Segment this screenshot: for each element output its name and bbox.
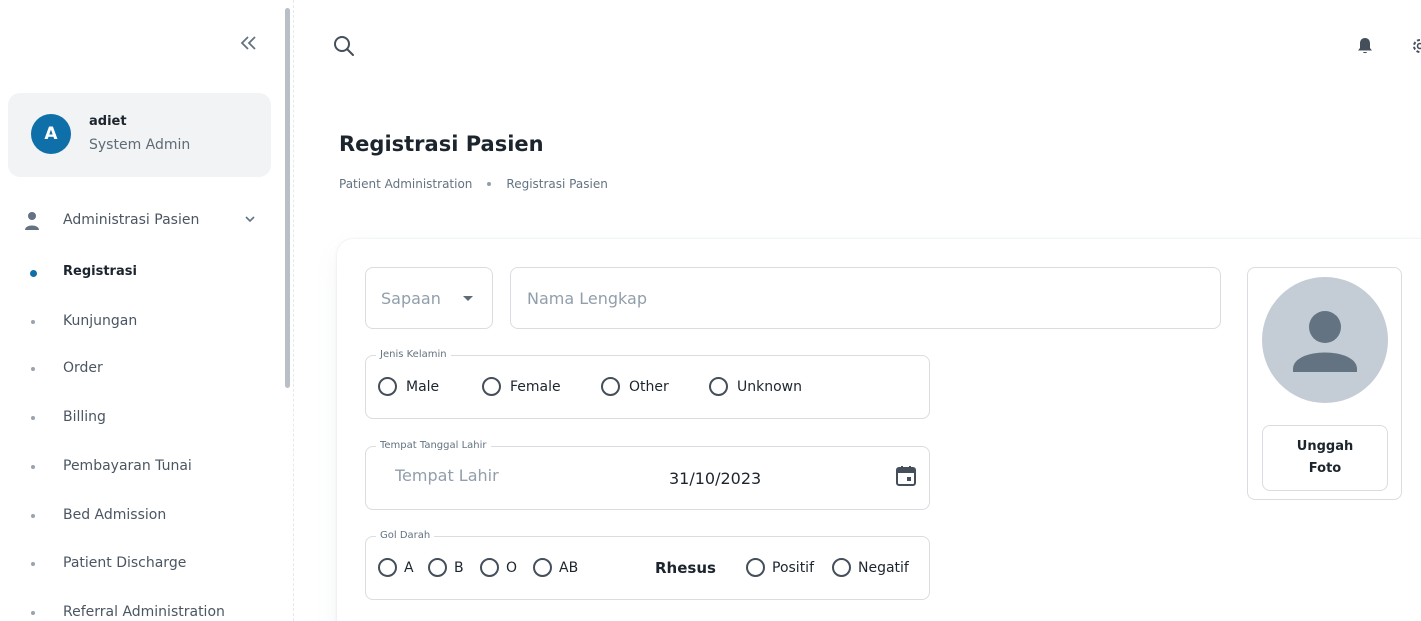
nama-lengkap-input[interactable] [510, 267, 1221, 329]
radio-unknown[interactable]: Unknown [709, 377, 802, 396]
radio-label: Unknown [737, 378, 802, 395]
date-picker-button[interactable] [895, 465, 917, 487]
search-icon [334, 36, 354, 56]
search-button[interactable] [333, 35, 355, 57]
breadcrumb-item: Registrasi Pasien [506, 177, 608, 191]
radio-rhesus-positif[interactable]: Positif [746, 558, 814, 577]
sidebar-item-label: Bed Admission [63, 507, 167, 523]
radio-circle [709, 377, 728, 396]
double-chevron-left-icon [240, 36, 256, 50]
nav-bullet [31, 514, 35, 518]
nav-bullet [31, 416, 35, 420]
radio-circle [746, 558, 765, 577]
gol-darah-group: Gol Darah A B O AB Rhesus Positif Negati… [365, 530, 930, 600]
radio-circle [832, 558, 851, 577]
radio-male[interactable]: Male [378, 377, 439, 396]
bell-icon [1358, 38, 1372, 54]
chevron-down-icon [245, 216, 255, 223]
calendar-icon [896, 466, 916, 486]
tempat-tanggal-lahir-group: Tempat Tanggal Lahir 31/10/2023 [365, 440, 930, 510]
nav-bullet [31, 562, 35, 566]
gol-darah-legend: Gol Darah [376, 530, 435, 541]
radio-label: A [404, 559, 414, 576]
nav-group-label: Administrasi Pasien [63, 212, 200, 228]
sidebar-item-label: Referral Administration [63, 604, 225, 620]
tempat-lahir-input[interactable] [395, 466, 615, 485]
sidebar-item-patient-discharge[interactable]: Patient Discharge [0, 547, 280, 581]
avatar: A [31, 114, 71, 154]
radio-rhesus-negatif[interactable]: Negatif [832, 558, 909, 577]
radio-gol-o[interactable]: O [480, 558, 517, 577]
radio-circle [428, 558, 447, 577]
radio-circle [378, 558, 397, 577]
breadcrumb: Patient Administration Registrasi Pasien [339, 177, 608, 191]
page-title: Registrasi Pasien [339, 132, 544, 156]
nav-bullet [30, 270, 37, 277]
nav-group-administrasi-pasien[interactable]: Administrasi Pasien [0, 203, 280, 239]
user-role: System Admin [89, 137, 191, 153]
breadcrumb-item[interactable]: Patient Administration [339, 177, 472, 191]
sidebar-item-referral[interactable]: Referral Administration [0, 596, 280, 621]
sapaan-select[interactable]: Sapaan [365, 267, 493, 329]
radio-circle [480, 558, 499, 577]
radio-circle [378, 377, 397, 396]
sapaan-value: Sapaan [381, 289, 441, 308]
radio-label: AB [559, 559, 579, 576]
radio-label: Positif [772, 559, 814, 576]
sidebar-item-billing[interactable]: Billing [0, 401, 280, 435]
sidebar-scrollbar[interactable] [285, 8, 290, 388]
caret-down-icon [463, 296, 473, 301]
radio-circle [601, 377, 620, 396]
sidebar-item-label: Order [63, 360, 103, 376]
person-placeholder-icon [1293, 311, 1357, 372]
upload-photo-button[interactable]: Unggah Foto [1262, 425, 1388, 491]
radio-circle [482, 377, 501, 396]
radio-label: Male [406, 378, 440, 395]
gear-icon [1413, 39, 1421, 53]
radio-gol-a[interactable]: A [378, 558, 414, 577]
sidebar-item-label: Kunjungan [63, 313, 138, 329]
radio-gol-ab[interactable]: AB [533, 558, 578, 577]
sidebar-item-label: Billing [63, 409, 106, 425]
nav-bullet [31, 320, 35, 324]
radio-other[interactable]: Other [601, 377, 669, 396]
settings-button[interactable] [1411, 37, 1421, 55]
sidebar-collapse-button[interactable] [236, 30, 262, 56]
sidebar-item-order[interactable]: Order [0, 352, 280, 386]
sidebar-item-kunjungan[interactable]: Kunjungan [0, 305, 280, 339]
user-name: adiet [89, 114, 127, 129]
sidebar-item-label: Pembayaran Tunai [63, 458, 192, 474]
ttl-legend: Tempat Tanggal Lahir [376, 440, 491, 451]
photo-placeholder [1262, 277, 1388, 403]
sidebar: A adiet System Admin Administrasi Pasien… [0, 0, 294, 621]
radio-label: Negatif [858, 559, 909, 576]
notifications-button[interactable] [1356, 37, 1374, 55]
tanggal-lahir-value[interactable]: 31/10/2023 [669, 469, 761, 488]
nav-bullet [31, 367, 35, 371]
radio-label: O [506, 559, 518, 576]
sidebar-item-pembayaran-tunai[interactable]: Pembayaran Tunai [0, 450, 280, 484]
person-icon [25, 212, 39, 230]
radio-circle [533, 558, 552, 577]
user-card[interactable]: A adiet System Admin [8, 93, 271, 177]
radio-label: Other [629, 378, 669, 395]
radio-gol-b[interactable]: B [428, 558, 464, 577]
sidebar-item-label: Registrasi [63, 264, 137, 279]
sidebar-item-label: Patient Discharge [63, 555, 187, 571]
jenis-kelamin-group: Jenis Kelamin Male Female Other Unknown [365, 349, 930, 419]
sidebar-item-bed-admission[interactable]: Bed Admission [0, 499, 280, 533]
rhesus-label: Rhesus [655, 559, 716, 577]
radio-female[interactable]: Female [482, 377, 561, 396]
photo-upload-panel: Unggah Foto [1247, 267, 1402, 500]
sidebar-item-registrasi[interactable]: Registrasi [0, 256, 280, 290]
nav-bullet [31, 611, 35, 615]
breadcrumb-separator [487, 182, 492, 186]
radio-label: B [454, 559, 464, 576]
nav-bullet [31, 465, 35, 469]
jenis-kelamin-legend: Jenis Kelamin [376, 349, 451, 360]
radio-label: Female [510, 378, 561, 395]
